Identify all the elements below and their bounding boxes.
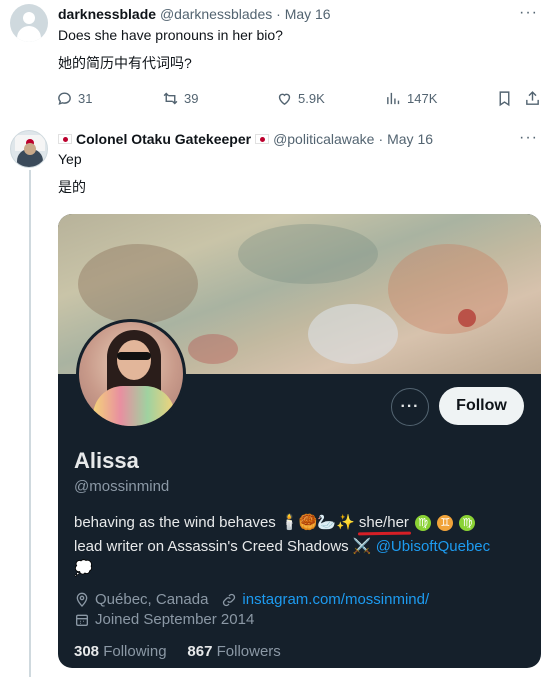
bio-line-1: behaving as the wind behaves 🕯️🥮🦢✨ she/h…: [74, 513, 476, 532]
japan-flag-icon: [255, 134, 270, 144]
banner-butterfly: [308, 304, 398, 364]
retweet-count: 39: [184, 91, 199, 106]
thought-bubble-icon: 💭: [74, 559, 93, 577]
bio-emojis: 🕯️🥮🦢✨: [279, 513, 355, 531]
tweet-date[interactable]: May 16: [387, 131, 433, 147]
profile-location: Québec, Canada: [95, 591, 209, 608]
banner-shape: [188, 334, 238, 364]
avatar-colonel[interactable]: [10, 130, 48, 168]
profile-avatar: [76, 319, 186, 429]
reply-count: 31: [78, 91, 93, 106]
followers-count: 867: [187, 643, 213, 660]
location-pin-icon: [76, 592, 88, 607]
thread-line: [29, 170, 31, 677]
bookmark-button[interactable]: [496, 90, 513, 107]
profile-more-button: ···: [391, 388, 429, 426]
profile-website: instagram.com/mossinmind/: [242, 591, 430, 608]
profile-name: Alissa: [74, 448, 139, 473]
profile-stats: 308 Following 867 Followers: [74, 643, 281, 660]
follow-button: Follow: [439, 387, 524, 425]
share-button[interactable]: [524, 90, 541, 107]
views-count: 147K: [407, 91, 438, 106]
avatar-dress: [93, 386, 175, 426]
japan-flag-icon: [58, 134, 72, 144]
profile-handle: @mossinmind: [74, 478, 170, 495]
retweet-icon: [163, 92, 178, 105]
like-button[interactable]: 5.9K: [276, 90, 325, 107]
avatar-body: [17, 26, 41, 42]
avatar-head: [23, 12, 35, 24]
tweet-translation: 是的: [58, 179, 86, 195]
display-name[interactable]: Colonel Otaku Gatekeeper: [76, 131, 251, 147]
banner-shape: [238, 224, 378, 284]
views-chart-icon: [387, 92, 400, 105]
bio-mention-link: @UbisoftQuebec: [375, 538, 491, 555]
bookmark-icon: [499, 91, 510, 107]
more-options-icon[interactable]: ···: [519, 129, 538, 147]
user-handle[interactable]: @darknessblades: [160, 6, 272, 22]
like-count: 5.9K: [298, 91, 325, 106]
banner-shape: [388, 244, 508, 334]
following-label: Following: [103, 643, 167, 660]
display-name[interactable]: darknessblade: [58, 6, 156, 22]
profile-joined-date: Joined September 2014: [95, 611, 255, 628]
tweet-header: darknessblade @darknessblades · May 16: [58, 6, 331, 22]
separator-dot: ·: [276, 6, 281, 22]
virgo-icon: ♍: [415, 515, 432, 532]
avatar-face: [117, 340, 151, 380]
avatar-face: [24, 143, 36, 155]
calendar-icon: [76, 614, 88, 626]
tweet-translation: 她的简历中有代词吗?: [58, 55, 192, 71]
tweet-text: Yep: [58, 151, 82, 167]
followers-label: Followers: [216, 643, 281, 660]
profile-card-image[interactable]: ··· Follow Alissa @mossinmind behaving a…: [58, 214, 541, 668]
swords-icon: ⚔️: [352, 538, 372, 555]
profile-joined-row: Joined September 2014: [74, 611, 254, 628]
tweet-date[interactable]: May 16: [285, 6, 331, 22]
retweet-button[interactable]: 39: [162, 90, 198, 107]
banner-shape: [78, 244, 198, 324]
tweet-text: Does she have pronouns in her bio?: [58, 27, 283, 43]
share-icon: [526, 91, 539, 105]
user-handle[interactable]: @politicalawake: [273, 131, 374, 147]
separator-dot: ·: [378, 131, 384, 147]
gemini-icon: ♊: [437, 515, 454, 532]
reply-button[interactable]: 31: [56, 90, 92, 107]
pronouns: she/her: [358, 514, 409, 531]
bio-text: behaving as the wind behaves: [74, 514, 276, 531]
reply-icon: [58, 92, 71, 105]
tweet-header: Colonel Otaku Gatekeeper @politicalawake…: [58, 131, 433, 147]
heart-icon: [278, 93, 291, 106]
link-icon: [223, 593, 236, 606]
virgo-icon: ♍: [459, 515, 476, 532]
banner-cherry: [458, 309, 476, 327]
bio-text: lead writer on Assassin's Creed Shadows: [74, 538, 349, 555]
tweet-actions: 31 39 5.9K 147K: [52, 90, 542, 110]
avatar-default[interactable]: [10, 4, 48, 42]
bio-line-2: lead writer on Assassin's Creed Shadows …: [74, 537, 490, 555]
profile-meta-row: Québec, Canada instagram.com/mossinmind/: [74, 591, 429, 608]
views-button[interactable]: 147K: [385, 90, 437, 107]
following-count: 308: [74, 643, 100, 660]
more-options-icon[interactable]: ···: [519, 4, 538, 22]
avatar-sunglasses: [117, 352, 151, 360]
